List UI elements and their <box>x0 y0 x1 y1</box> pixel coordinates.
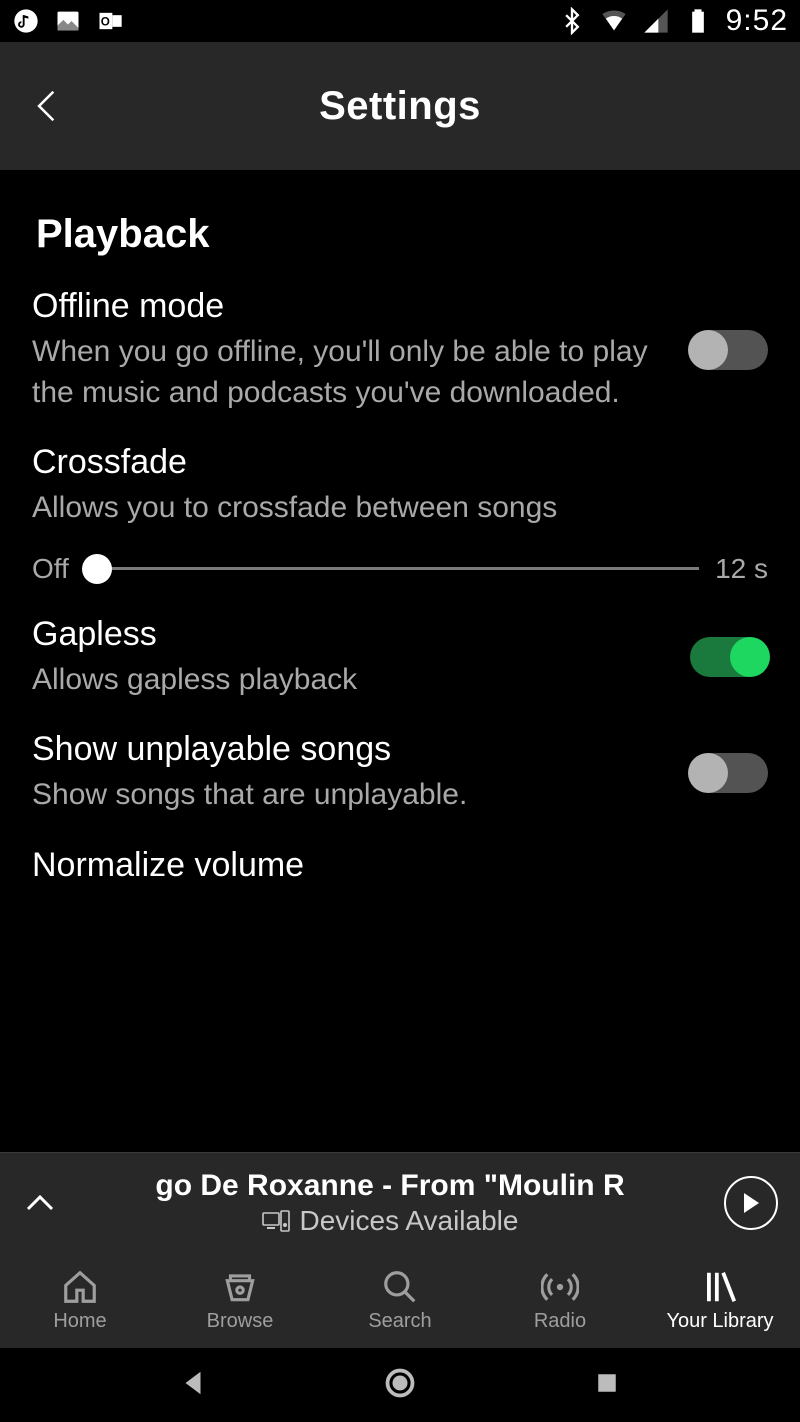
setting-normalize-volume: Normalize volume <box>32 846 768 885</box>
crossfade-max-label: 12 s <box>715 553 768 585</box>
now-playing-track: go De Roxanne - From "Moulin R <box>155 1169 624 1203</box>
library-icon <box>701 1268 739 1306</box>
nav-label: Your Library <box>666 1310 773 1333</box>
nav-search[interactable]: Search <box>320 1268 480 1333</box>
crossfade-slider[interactable] <box>85 567 699 570</box>
devices-available-button[interactable]: Devices Available <box>262 1205 519 1237</box>
setting-title: Gapless <box>32 615 670 654</box>
cellular-signal-icon <box>642 7 670 35</box>
setting-desc: Show songs that are unplayable. <box>32 775 670 816</box>
svg-text:O: O <box>101 16 110 29</box>
browse-icon <box>221 1268 259 1306</box>
nav-label: Browse <box>207 1310 274 1333</box>
nav-label: Home <box>53 1310 106 1333</box>
setting-desc: Allows you to crossfade between songs <box>32 488 768 529</box>
status-bar: O 9:52 <box>0 0 800 42</box>
setting-title: Offline mode <box>32 287 670 326</box>
play-button[interactable] <box>724 1176 778 1230</box>
system-back-button[interactable] <box>178 1368 208 1403</box>
home-icon <box>61 1268 99 1306</box>
nav-radio[interactable]: Radio <box>480 1268 640 1333</box>
gallery-notification-icon <box>54 7 82 35</box>
setting-offline-mode: Offline mode When you go offline, you'll… <box>32 287 768 413</box>
system-nav-bar <box>0 1348 800 1422</box>
crossfade-min-label: Off <box>32 553 69 585</box>
settings-content[interactable]: Playback Offline mode When you go offlin… <box>0 170 800 1154</box>
setting-desc: When you go offline, you'll only be able… <box>32 332 670 413</box>
play-icon <box>741 1192 761 1214</box>
system-home-button[interactable] <box>385 1368 415 1403</box>
show-unplayable-toggle[interactable] <box>690 753 768 793</box>
page-title: Settings <box>319 84 481 129</box>
setting-desc: Allows gapless playback <box>32 660 670 701</box>
devices-available-label: Devices Available <box>300 1205 519 1237</box>
setting-gapless: Gapless Allows gapless playback <box>32 615 768 701</box>
bottom-nav: Home Browse Search Radio Your Library <box>0 1252 800 1348</box>
nav-label: Search <box>368 1310 431 1333</box>
outlook-notification-icon: O <box>96 7 124 35</box>
battery-icon <box>684 7 712 35</box>
chevron-up-icon[interactable] <box>22 1185 58 1221</box>
devices-icon <box>262 1210 290 1232</box>
now-playing-bar[interactable]: go De Roxanne - From "Moulin R Devices A… <box>0 1152 800 1252</box>
music-notification-icon <box>12 7 40 35</box>
nav-home[interactable]: Home <box>0 1268 160 1333</box>
nav-library[interactable]: Your Library <box>640 1268 800 1333</box>
nav-label: Radio <box>534 1310 586 1333</box>
gapless-toggle[interactable] <box>690 637 768 677</box>
setting-title: Crossfade <box>32 443 768 482</box>
clock: 9:52 <box>726 4 788 38</box>
system-recents-button[interactable] <box>592 1368 622 1403</box>
setting-crossfade: Crossfade Allows you to crossfade betwee… <box>32 443 768 585</box>
setting-show-unplayable: Show unplayable songs Show songs that ar… <box>32 730 768 816</box>
setting-title: Show unplayable songs <box>32 730 670 769</box>
app-header: Settings <box>0 42 800 170</box>
radio-icon <box>541 1268 579 1306</box>
wifi-icon <box>600 7 628 35</box>
back-button[interactable] <box>28 87 66 125</box>
offline-mode-toggle[interactable] <box>690 330 768 370</box>
bluetooth-icon <box>558 7 586 35</box>
setting-title: Normalize volume <box>32 846 768 885</box>
nav-browse[interactable]: Browse <box>160 1268 320 1333</box>
crossfade-slider-thumb[interactable] <box>82 554 112 584</box>
section-title-playback: Playback <box>36 212 768 257</box>
search-icon <box>381 1268 419 1306</box>
